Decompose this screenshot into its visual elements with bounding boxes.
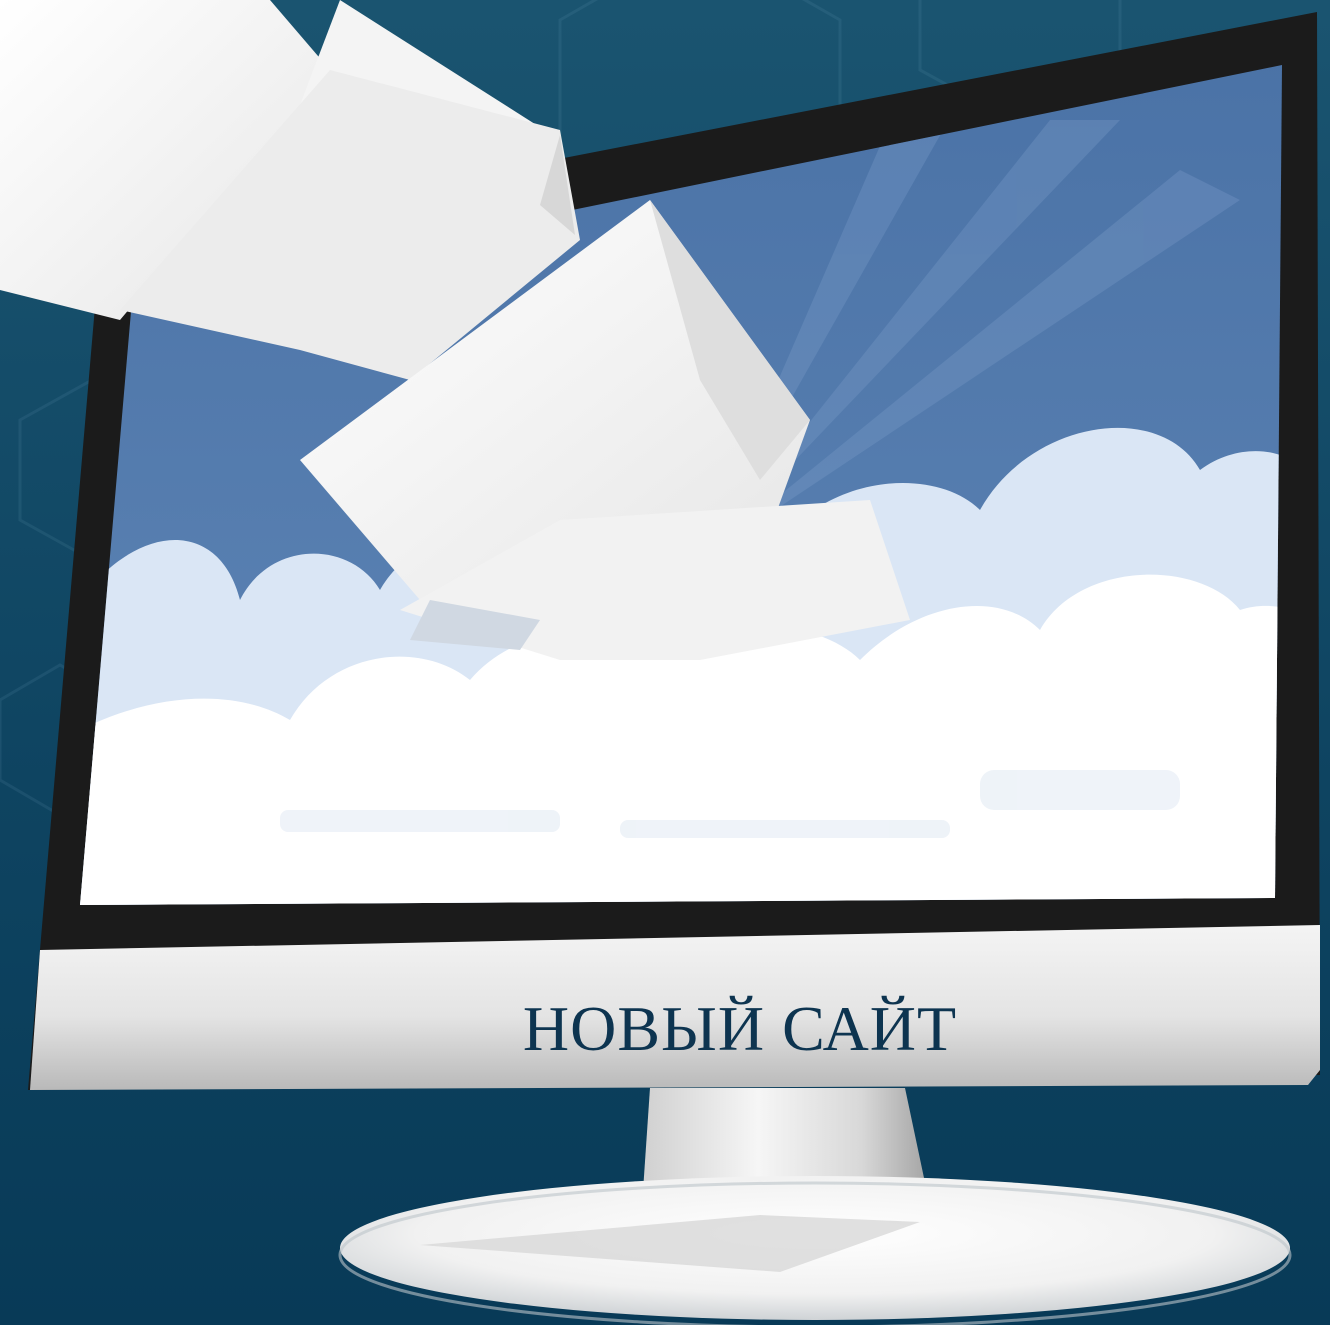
- caption-text: НОВЫЙ САЙТ: [522, 993, 958, 1064]
- illustration: НОВЫЙ САЙТ: [0, 0, 1330, 1325]
- monitor-with-envelopes-illustration: [0, 0, 1330, 1325]
